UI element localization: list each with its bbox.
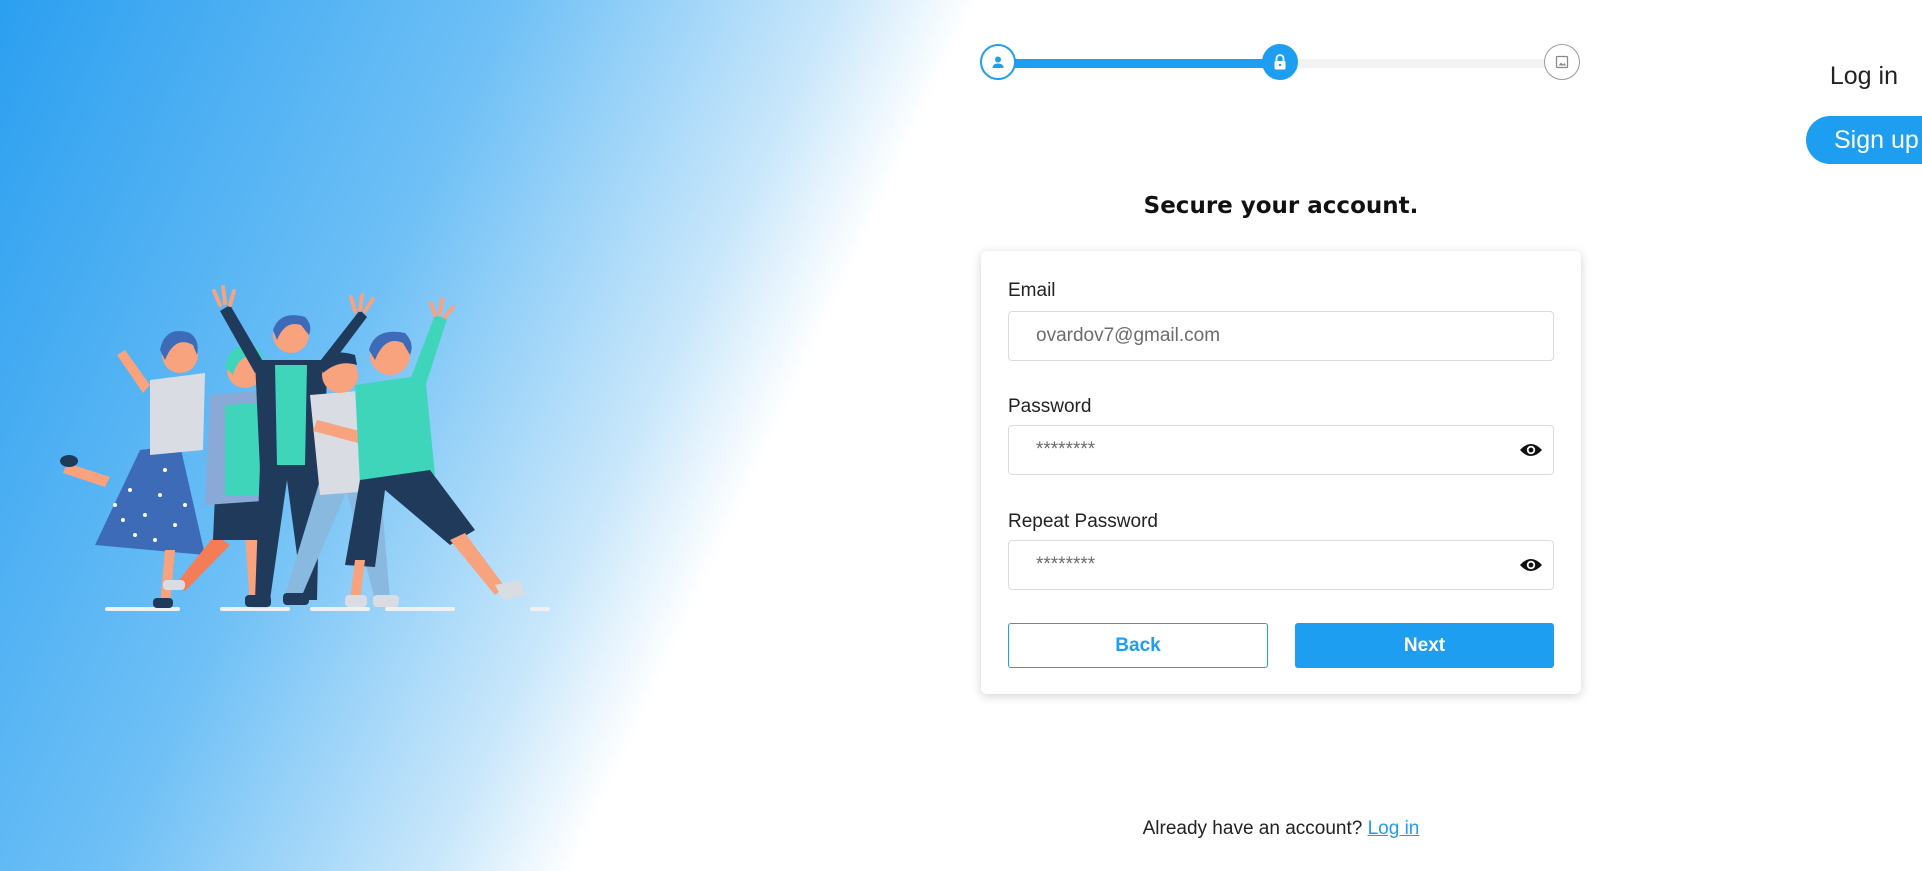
back-button[interactable]: Back	[1008, 623, 1268, 668]
email-value: ovardov7@gmail.com	[1036, 325, 1221, 346]
nav-signup-button[interactable]: Sign up	[1806, 116, 1922, 164]
nav-login-link[interactable]: Log in	[1830, 62, 1898, 91]
password-label: Password	[1008, 396, 1092, 417]
password-value: ********	[1036, 439, 1096, 460]
image-icon	[1555, 55, 1569, 69]
login-prompt: Already have an account? Log in	[980, 818, 1582, 840]
progress-stepper	[980, 44, 1582, 82]
step-security[interactable]	[1262, 44, 1298, 80]
email-label: Email	[1008, 280, 1056, 301]
step-account-info[interactable]	[980, 44, 1016, 80]
signup-form-card: Email ovardov7@gmail.com Password ******…	[981, 251, 1581, 694]
stepper-progress-fill	[998, 59, 1278, 68]
next-button[interactable]: Next	[1295, 623, 1554, 668]
repeat-password-value: ********	[1036, 554, 1096, 575]
eye-icon[interactable]	[1519, 555, 1543, 575]
footer-login-link[interactable]: Log in	[1368, 818, 1420, 839]
password-field[interactable]: ********	[1008, 425, 1554, 475]
eye-icon[interactable]	[1519, 440, 1543, 460]
login-prompt-text: Already have an account?	[1142, 818, 1363, 839]
email-field[interactable]: ovardov7@gmail.com	[1008, 311, 1554, 361]
user-icon	[992, 56, 1004, 68]
lock-icon	[1274, 54, 1286, 70]
step-profile-picture[interactable]	[1544, 44, 1580, 80]
repeat-password-field[interactable]: ********	[1008, 540, 1554, 590]
page-title: Secure your account.	[1143, 193, 1419, 219]
repeat-password-label: Repeat Password	[1008, 511, 1158, 532]
group-illustration	[60, 285, 550, 611]
